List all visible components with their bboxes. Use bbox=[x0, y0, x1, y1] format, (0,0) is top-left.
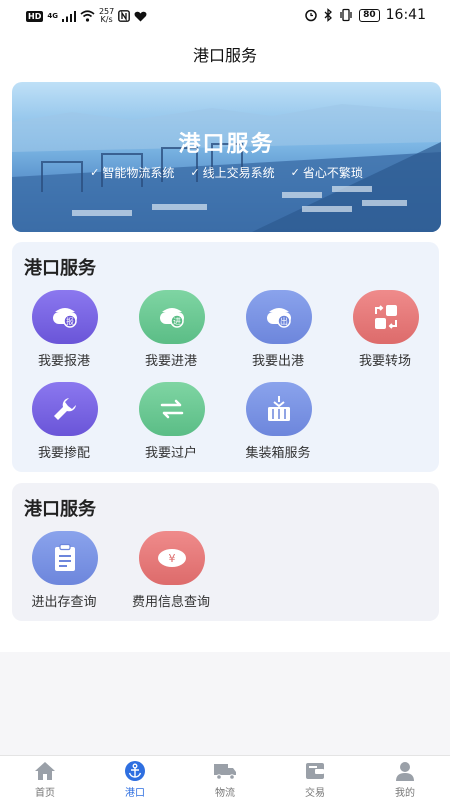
ship-report-icon: 报 bbox=[32, 290, 98, 344]
fee-icon: ¥ bbox=[139, 531, 205, 585]
banner-tag-label: 省心不繁琐 bbox=[302, 166, 363, 180]
service-fee-query[interactable]: ¥ 费用信息查询 bbox=[121, 531, 221, 613]
bottom-tab-bar: 首页 港口 物流 交易 我的 bbox=[0, 755, 450, 800]
service-label: 我要转场 bbox=[358, 354, 411, 369]
svg-text:出: 出 bbox=[280, 316, 288, 326]
service-blend[interactable]: 我要掺配 bbox=[14, 382, 114, 464]
tab-home[interactable]: 首页 bbox=[0, 756, 90, 800]
user-icon bbox=[393, 760, 417, 782]
check-icon: ✓ bbox=[90, 166, 100, 179]
status-left: HD 4G 257 K/s bbox=[26, 8, 147, 24]
network-type: 4G bbox=[47, 12, 58, 20]
service-report-port[interactable]: 报 我要报港 bbox=[14, 290, 114, 372]
service-label: 我要掺配 bbox=[37, 446, 90, 461]
clipboard-icon bbox=[32, 531, 98, 585]
service-label: 集装箱服务 bbox=[245, 446, 311, 461]
port-services-card: 港口服务 报 我要报港 进 我要进港 出 我要出港 我要转场 我要掺配 我要过户… bbox=[12, 242, 439, 472]
svg-text:进: 进 bbox=[173, 317, 181, 326]
ship-exit-icon: 出 bbox=[246, 290, 312, 344]
tab-port[interactable]: 港口 bbox=[90, 756, 180, 800]
banner-tag-label: 线上交易系统 bbox=[202, 166, 275, 180]
anchor-icon bbox=[123, 760, 147, 782]
nfc-icon bbox=[118, 10, 131, 22]
tab-label: 港口 bbox=[125, 788, 145, 799]
service-transfer[interactable]: 我要转场 bbox=[335, 290, 435, 372]
check-icon: ✓ bbox=[290, 166, 300, 179]
service-container[interactable]: 集装箱服务 bbox=[228, 382, 328, 464]
heart-icon bbox=[134, 11, 147, 21]
bluetooth-icon bbox=[324, 8, 333, 22]
banner-tag-label: 智能物流系统 bbox=[102, 166, 175, 180]
banner-tag: ✓ 智能物流系统 bbox=[90, 164, 174, 181]
container-icon bbox=[246, 382, 312, 436]
home-icon bbox=[33, 760, 57, 782]
main-content: 港口服务 ✓ 智能物流系统 ✓ 线上交易系统 ✓ 省心不繁琐 港口服务 报 我要报港 bbox=[0, 72, 450, 652]
vibrate-icon bbox=[340, 8, 352, 22]
battery-indicator: 80 bbox=[359, 8, 380, 22]
service-enter-port[interactable]: 进 我要进港 bbox=[121, 290, 221, 372]
tab-label: 首页 bbox=[35, 788, 55, 799]
service-label: 我要报港 bbox=[37, 354, 90, 369]
service-label: 我要进港 bbox=[144, 354, 197, 369]
section-title: 港口服务 bbox=[24, 258, 96, 279]
nav-bar: 港口服务 bbox=[0, 32, 450, 72]
net-speed: 257 K/s bbox=[99, 8, 114, 24]
service-inventory-query[interactable]: 进出存查询 bbox=[14, 531, 114, 613]
service-label: 费用信息查询 bbox=[131, 595, 210, 610]
service-label: 进出存查询 bbox=[31, 595, 97, 610]
banner-tags: ✓ 智能物流系统 ✓ 线上交易系统 ✓ 省心不繁琐 bbox=[12, 164, 441, 181]
hd-badge: HD bbox=[26, 10, 44, 22]
page-title: 港口服务 bbox=[192, 46, 257, 65]
transfer-icon bbox=[353, 290, 419, 344]
service-label: 我要出港 bbox=[251, 354, 304, 369]
tab-trade[interactable]: 交易 bbox=[270, 756, 360, 800]
service-exit-port[interactable]: 出 我要出港 bbox=[228, 290, 328, 372]
ship-enter-icon: 进 bbox=[139, 290, 205, 344]
tab-label: 我的 bbox=[395, 788, 415, 799]
alarm-icon bbox=[305, 9, 317, 22]
truck-icon bbox=[213, 760, 237, 782]
tab-logistics[interactable]: 物流 bbox=[180, 756, 270, 800]
section-title: 港口服务 bbox=[24, 499, 96, 520]
svg-text:报: 报 bbox=[66, 316, 74, 326]
service-transfer-ownership[interactable]: 我要过户 bbox=[121, 382, 221, 464]
banner[interactable]: 港口服务 ✓ 智能物流系统 ✓ 线上交易系统 ✓ 省心不繁琐 bbox=[12, 82, 441, 232]
service-label: 我要过户 bbox=[144, 446, 197, 461]
tab-label: 交易 bbox=[305, 788, 325, 799]
net-speed-unit: K/s bbox=[100, 15, 113, 24]
banner-tag: ✓ 线上交易系统 bbox=[190, 164, 274, 181]
tab-label: 物流 bbox=[215, 788, 235, 799]
check-icon: ✓ bbox=[190, 166, 200, 179]
swap-icon bbox=[139, 382, 205, 436]
banner-title: 港口服务 bbox=[178, 132, 275, 157]
wifi-icon bbox=[80, 10, 95, 22]
svg-text:¥: ¥ bbox=[169, 552, 176, 565]
tab-mine[interactable]: 我的 bbox=[360, 756, 450, 800]
status-bar: HD 4G 257 K/s 80 16:41 bbox=[0, 0, 450, 32]
query-services-card: 港口服务 进出存查询 ¥ 费用信息查询 bbox=[12, 483, 439, 621]
signal-icon bbox=[61, 10, 76, 22]
status-right: 80 16:41 bbox=[304, 7, 426, 23]
clock: 16:41 bbox=[385, 7, 426, 23]
wrench-icon bbox=[32, 382, 98, 436]
banner-tag: ✓ 省心不繁琐 bbox=[291, 164, 363, 181]
wallet-icon bbox=[303, 760, 327, 782]
